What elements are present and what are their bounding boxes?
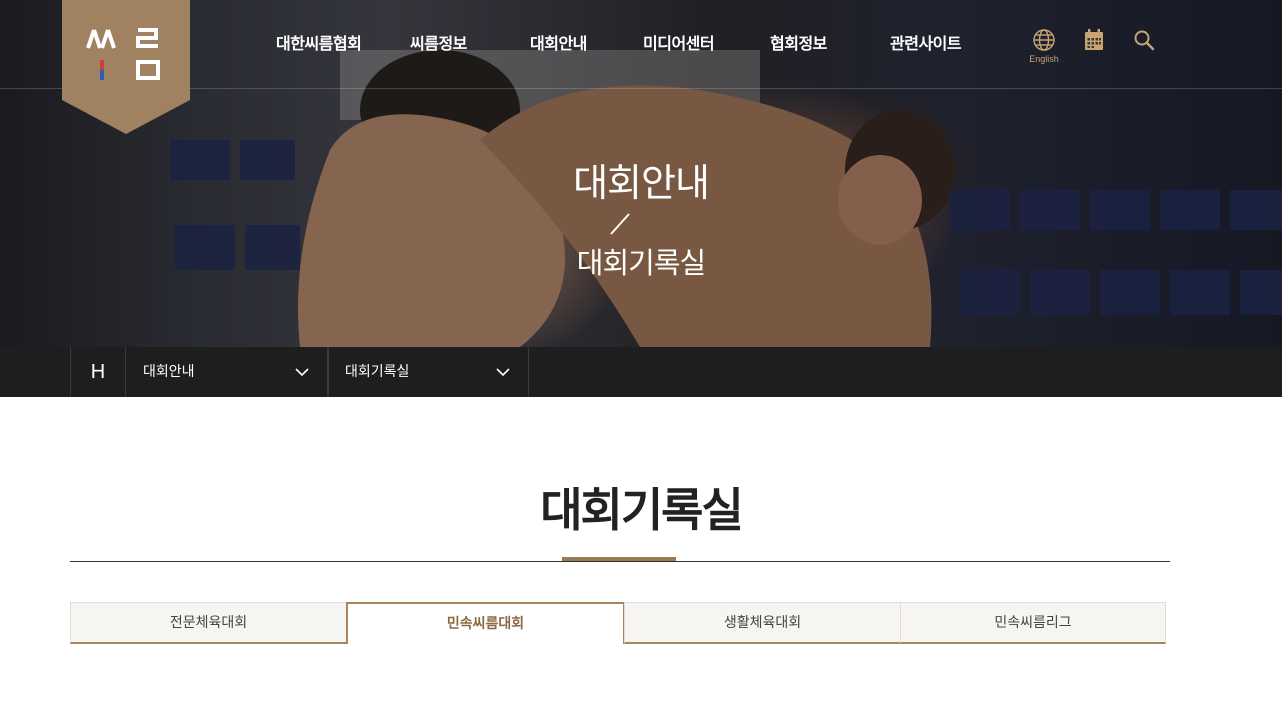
title-accent-bar [562,557,676,561]
site-logo[interactable] [62,0,190,134]
chevron-down-icon [295,368,309,377]
search-button[interactable] [1133,29,1155,55]
calendar-icon [1085,29,1103,50]
depth1-label: 대회안내 [143,364,195,380]
logo-emblem [62,0,190,134]
nav-item-media-center[interactable]: 미디어센터 [643,30,715,54]
nav-item-ssireum-info[interactable]: 씨름정보 [410,30,467,54]
depth2-label: 대회기록실 [345,364,410,380]
english-link[interactable]: English [1026,28,1062,64]
header-divider [0,88,1282,89]
tab-folk-ssireum[interactable]: 민속씨름대회 [346,602,625,644]
nav-item-assoc-info[interactable]: 협회정보 [770,30,827,54]
tab-community-sports[interactable]: 생활체육대회 [624,602,901,644]
english-label: English [1029,54,1059,64]
globe-icon [1033,29,1055,51]
depth2-dropdown[interactable]: 대회기록실 [328,347,529,397]
title-divider [70,561,1170,562]
chevron-down-icon [496,368,510,377]
calendar-button[interactable] [1084,29,1104,55]
depth1-dropdown[interactable]: 대회안내 [127,347,328,397]
home-button[interactable]: H [70,347,126,397]
nav-item-association[interactable]: 대한씨름협회 [276,30,362,54]
competition-tabs: 전문체육대회 민속씨름대회 생활체육대회 민속씨름리그 [70,602,1166,644]
page-title: 대회기록실 [540,483,744,537]
search-icon [1134,30,1155,51]
hero-subtitle: 대회기록실 [576,246,706,280]
nav-item-related-sites[interactable]: 관련사이트 [890,30,962,54]
nav-item-competition[interactable]: 대회안내 [530,30,587,54]
location-bar: H 대회안내 대회기록실 [0,347,1282,397]
tab-professional[interactable]: 전문체육대회 [70,602,347,644]
hero-title: 대회안내 [573,161,710,205]
hero-divider-slash [610,213,630,235]
tab-folk-league[interactable]: 민속씨름리그 [900,602,1166,644]
